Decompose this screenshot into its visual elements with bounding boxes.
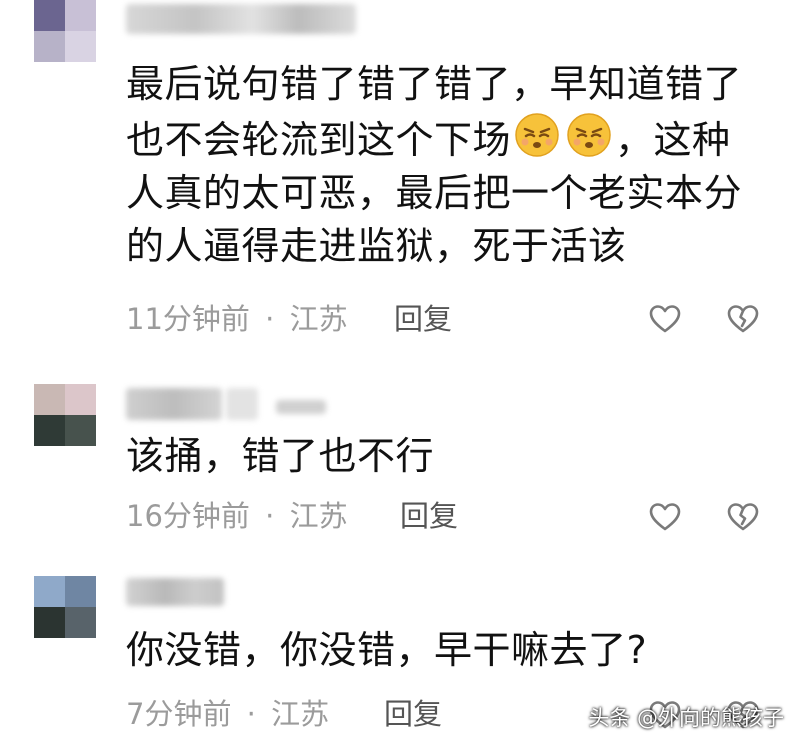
heart-outline-icon [649,503,681,531]
dislike-button[interactable] [726,500,760,534]
broken-heart-icon [727,305,759,333]
suffering-face-emoji [515,113,559,157]
comment-text-part1: 你没错，你没错，早干嘛去了? [126,628,648,672]
comment-meta: 11分钟前 · 江苏 [126,299,348,339]
reply-button[interactable]: 回复 [394,299,452,339]
comment-meta: 7分钟前 · 江苏 [126,694,329,734]
watermark: 头条 @外向的熊孩子 [588,706,784,730]
comment-location: 江苏 [271,697,330,731]
comment-text: 最后说句错了错了错了，早知道错了也不会轮流到这个下场 ，这种人真的太可恶，最后把一… [126,58,766,273]
comment-location: 江苏 [289,499,348,533]
username-blurred[interactable] [126,4,356,34]
dislike-button[interactable] [726,302,760,336]
reply-button[interactable]: 回复 [400,496,458,536]
avatar[interactable] [34,576,96,638]
comment-location: 江苏 [289,302,348,336]
meta-separator: · [265,499,275,533]
comment-meta: 16分钟前 · 江苏 [126,496,348,536]
broken-heart-icon [727,503,759,531]
comment-text: 你没错，你没错，早干嘛去了? [126,624,766,677]
comment-time: 11分钟前 [126,302,250,336]
username-blurred[interactable] [276,400,326,414]
heart-outline-icon [649,305,681,333]
like-button[interactable] [648,500,682,534]
comment-text-part1: 该捅，错了也不行 [126,434,435,478]
reply-button[interactable]: 回复 [384,694,442,734]
meta-separator: · [246,697,256,731]
avatar[interactable] [34,384,96,446]
username-blurred[interactable] [126,578,224,606]
comment-time: 16分钟前 [126,499,250,533]
comment-time: 7分钟前 [126,697,232,731]
avatar[interactable] [34,0,96,62]
meta-separator: · [265,302,275,336]
username-blurred[interactable] [126,388,222,420]
suffering-face-emoji [567,113,611,157]
username-blurred[interactable] [226,388,258,420]
like-button[interactable] [648,302,682,336]
comment-text: 该捅，错了也不行 [126,430,766,483]
